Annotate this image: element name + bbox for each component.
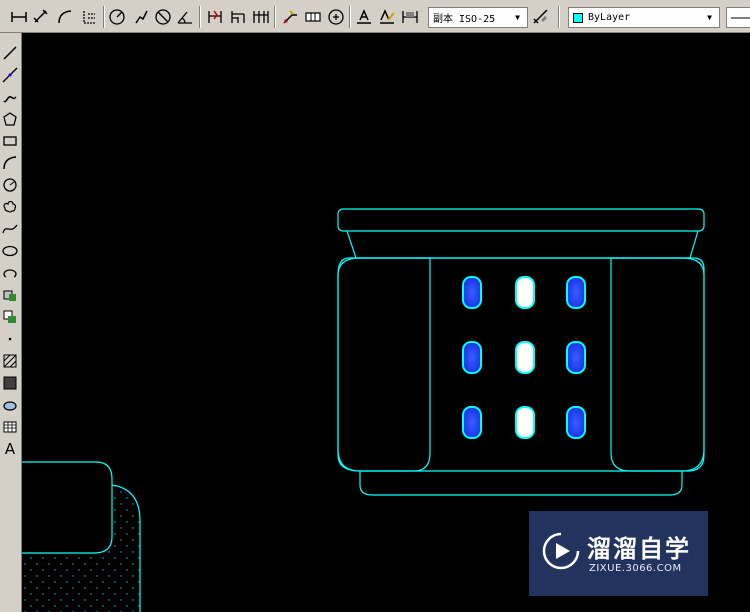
tolerance-icon[interactable] xyxy=(303,7,323,27)
side-object-outline xyxy=(22,461,113,554)
toolbar-separator xyxy=(274,6,276,28)
quick-leader-icon[interactable] xyxy=(280,7,300,27)
jogged-dimension-icon[interactable] xyxy=(131,7,151,27)
blue-button xyxy=(566,406,586,439)
white-button xyxy=(515,341,535,374)
toolbar-separator xyxy=(103,6,105,28)
blue-button xyxy=(566,341,586,374)
multiline-text-tool[interactable]: A xyxy=(1,440,19,458)
white-button xyxy=(515,276,535,309)
aligned-dimension-icon[interactable] xyxy=(31,7,51,27)
radius-dimension-icon[interactable] xyxy=(107,7,127,27)
quick-dimension-icon[interactable] xyxy=(205,7,225,27)
dimension-update-icon[interactable] xyxy=(400,7,420,27)
table-plinth-outline xyxy=(359,471,683,496)
color-swatch xyxy=(573,12,583,23)
table-apron-outline xyxy=(346,230,699,259)
continue-dimension-icon[interactable] xyxy=(251,7,271,27)
blue-button xyxy=(462,276,482,309)
diameter-dimension-icon[interactable] xyxy=(153,7,173,27)
baseline-dimension-icon[interactable] xyxy=(228,7,248,27)
insert-block-icon[interactable] xyxy=(1,286,19,304)
ellipse-icon[interactable] xyxy=(1,242,19,260)
dimension-edit-icon[interactable] xyxy=(354,7,374,27)
arc-length-icon[interactable] xyxy=(55,7,75,27)
dimension-style-select[interactable]: 副本 ISO-25 ▼ xyxy=(428,7,528,28)
toolbar-separator xyxy=(558,6,560,28)
white-button xyxy=(515,406,535,439)
revision-cloud-icon[interactable] xyxy=(1,198,19,216)
draw-toolbar: A xyxy=(0,33,22,612)
linetype-select[interactable] xyxy=(726,7,750,28)
make-block-icon[interactable] xyxy=(1,308,19,326)
watermark-url: ZIXUE.3066.COM xyxy=(589,563,682,574)
arc-icon[interactable] xyxy=(1,154,19,172)
polygon-icon[interactable] xyxy=(1,110,19,128)
side-object-hatch xyxy=(22,485,140,612)
circle-icon[interactable] xyxy=(1,176,19,194)
left-block-outline xyxy=(337,257,431,472)
chevron-down-icon[interactable]: ▼ xyxy=(510,10,525,25)
blue-button xyxy=(462,406,482,439)
watermark-title: 溜溜自学 xyxy=(587,535,691,563)
point-icon[interactable] xyxy=(1,330,19,348)
linetype-preview-icon xyxy=(731,17,750,18)
chevron-down-icon[interactable]: ▼ xyxy=(702,10,717,25)
ellipse-arc-icon[interactable] xyxy=(1,264,19,282)
table-icon[interactable] xyxy=(1,418,19,436)
ordinate-dimension-icon[interactable] xyxy=(79,7,99,27)
toolbar-separator xyxy=(199,6,201,28)
angular-dimension-icon[interactable] xyxy=(175,7,195,27)
dimension-style-manager-icon[interactable] xyxy=(531,7,551,27)
right-block-outline xyxy=(610,257,705,472)
watermark: 溜溜自学 ZIXUE.3066.COM xyxy=(529,511,708,596)
construction-line-icon[interactable] xyxy=(1,66,19,84)
region-icon[interactable] xyxy=(1,396,19,414)
button-grid xyxy=(462,276,586,439)
hatch-icon[interactable] xyxy=(1,352,19,370)
table-top-outline xyxy=(337,208,705,232)
spline-icon[interactable] xyxy=(1,220,19,238)
play-logo-icon xyxy=(542,532,580,570)
center-mark-icon[interactable] xyxy=(326,7,346,27)
blue-button xyxy=(462,341,482,374)
toolbar-separator xyxy=(349,6,351,28)
blue-button xyxy=(566,276,586,309)
dimension-text-edit-icon[interactable] xyxy=(377,7,397,27)
layer-color-select[interactable]: ByLayer ▼ xyxy=(568,7,720,28)
dimension-style-value: 副本 ISO-25 xyxy=(433,14,496,25)
gradient-icon[interactable] xyxy=(1,374,19,392)
layer-color-value: ByLayer xyxy=(588,12,631,23)
linear-dimension-icon[interactable] xyxy=(9,7,29,27)
line-tool-icon[interactable] xyxy=(1,44,19,62)
rectangle-icon[interactable] xyxy=(1,132,19,150)
standard-toolbar: 副本 ISO-25 ▼ ByLayer ▼ xyxy=(0,0,750,33)
polyline-icon[interactable] xyxy=(1,88,19,106)
